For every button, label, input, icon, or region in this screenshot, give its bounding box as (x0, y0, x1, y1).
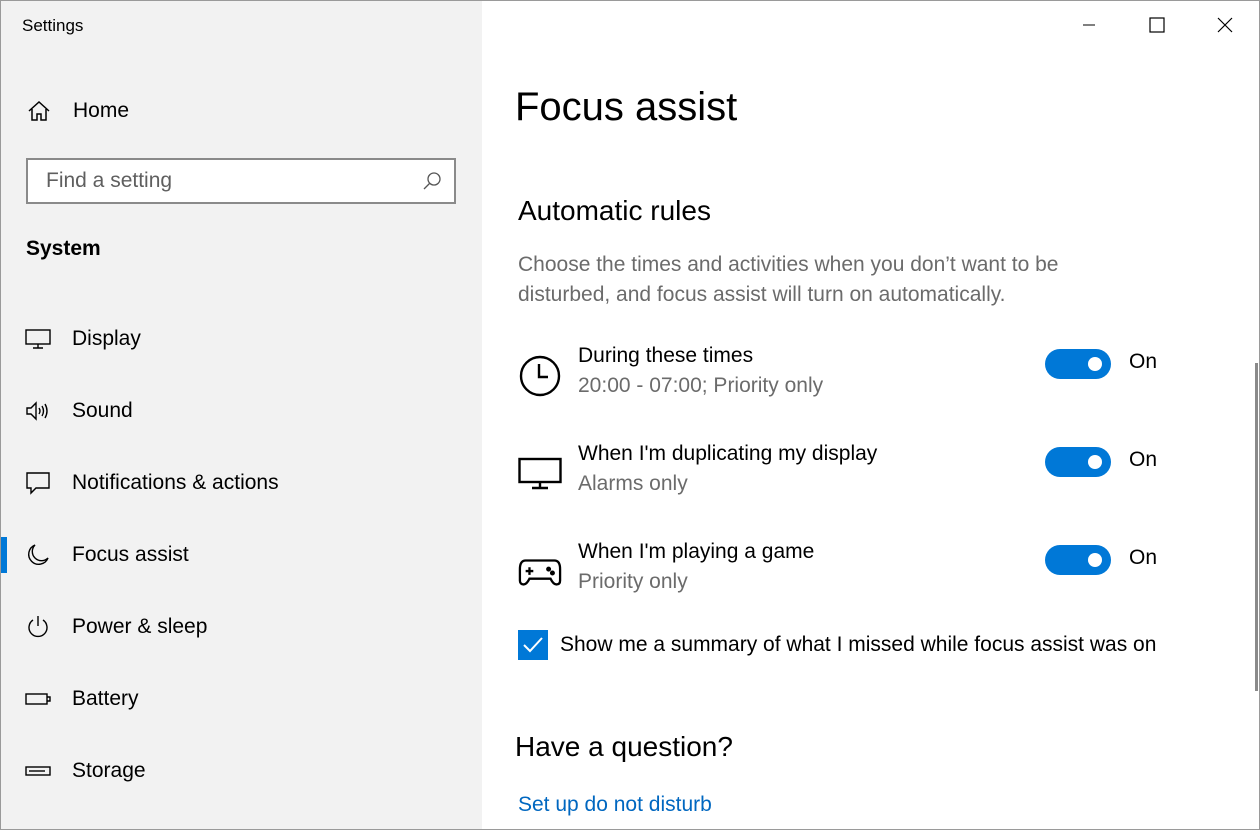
sidebar-item-label: Display (72, 327, 141, 350)
rule-subtitle: 20:00 - 07:00; Priority only (578, 374, 824, 397)
sidebar-item-label: Storage (72, 759, 146, 782)
storage-icon (25, 758, 51, 784)
rule-toggle-switch[interactable] (1045, 545, 1111, 575)
toggle-knob (1088, 553, 1102, 567)
rule-title: When I'm playing a game (578, 540, 815, 563)
rule-toggle-switch[interactable] (1045, 349, 1111, 379)
sidebar-item-label: Sound (72, 399, 133, 422)
rule-toggle-switch[interactable] (1045, 447, 1111, 477)
rule-playing-game[interactable]: When I'm playing a game Priority only On (518, 540, 1218, 612)
clock-icon (518, 354, 562, 398)
toggle-knob (1088, 455, 1102, 469)
scrollbar-thumb[interactable] (1255, 363, 1258, 691)
page-title: Focus assist (515, 85, 738, 129)
sidebar-item-label: Notifications & actions (72, 471, 279, 494)
sidebar-item-focus-assist[interactable]: Focus assist (1, 519, 482, 591)
selected-indicator (1, 537, 7, 573)
automatic-rules-description: Choose the times and activities when you… (518, 253, 1059, 306)
rule-title: During these times (578, 344, 754, 367)
sidebar-item-label: Battery (72, 687, 139, 710)
sidebar-item-storage[interactable]: Storage (1, 735, 482, 807)
sidebar-item-sound[interactable]: Sound (1, 375, 482, 447)
summary-checkbox-label: Show me a summary of what I missed while… (560, 633, 1157, 656)
search-input[interactable] (44, 168, 418, 194)
sidebar-item-label: Power & sleep (72, 615, 208, 638)
sidebar-item-label: Focus assist (72, 543, 189, 566)
notification-icon (25, 470, 51, 496)
power-icon (25, 614, 51, 640)
sidebar-item-battery[interactable]: Battery (1, 663, 482, 735)
home-button[interactable]: Home (25, 95, 455, 127)
settings-window: Settings Home System (0, 0, 1260, 830)
clipped-text-remnant (515, 143, 1215, 147)
toggle-state-label: On (1129, 448, 1158, 471)
sidebar-nav: Display Sound Notifications & actions Fo… (1, 303, 482, 807)
sidebar-item-power-sleep[interactable]: Power & sleep (1, 591, 482, 663)
speaker-icon (25, 398, 51, 424)
automatic-rules-heading: Automatic rules (518, 195, 711, 226)
summary-checkbox[interactable] (518, 630, 548, 660)
monitor-icon (518, 452, 562, 496)
question-heading: Have a question? (515, 731, 733, 762)
toggle-state-label: On (1129, 350, 1158, 373)
search-box[interactable] (26, 158, 456, 204)
toggle-state-label: On (1129, 546, 1158, 569)
battery-icon (25, 686, 51, 712)
rule-subtitle: Priority only (578, 570, 688, 593)
checkmark-icon (523, 637, 543, 653)
rule-duplicating-display[interactable]: When I'm duplicating my display Alarms o… (518, 442, 1218, 514)
rule-during-these-times[interactable]: During these times 20:00 - 07:00; Priori… (518, 344, 1218, 416)
home-icon (25, 97, 53, 125)
app-title: Settings (22, 16, 84, 35)
section-label-system: System (26, 237, 101, 260)
search-icon[interactable] (422, 171, 442, 191)
moon-icon (25, 542, 51, 568)
rule-subtitle: Alarms only (578, 472, 688, 495)
sidebar: Settings Home System (1, 1, 482, 829)
main-content: Focus assist Automatic rules Choose the … (482, 1, 1259, 829)
toggle-knob (1088, 357, 1102, 371)
gamepad-icon (518, 550, 562, 594)
sidebar-item-notifications[interactable]: Notifications & actions (1, 447, 482, 519)
home-label: Home (73, 99, 130, 122)
monitor-icon (25, 326, 51, 352)
setup-do-not-disturb-link[interactable]: Set up do not disturb (518, 793, 712, 817)
sidebar-item-display[interactable]: Display (1, 303, 482, 375)
summary-checkbox-row[interactable]: Show me a summary of what I missed while… (518, 630, 1156, 660)
rule-title: When I'm duplicating my display (578, 442, 878, 465)
